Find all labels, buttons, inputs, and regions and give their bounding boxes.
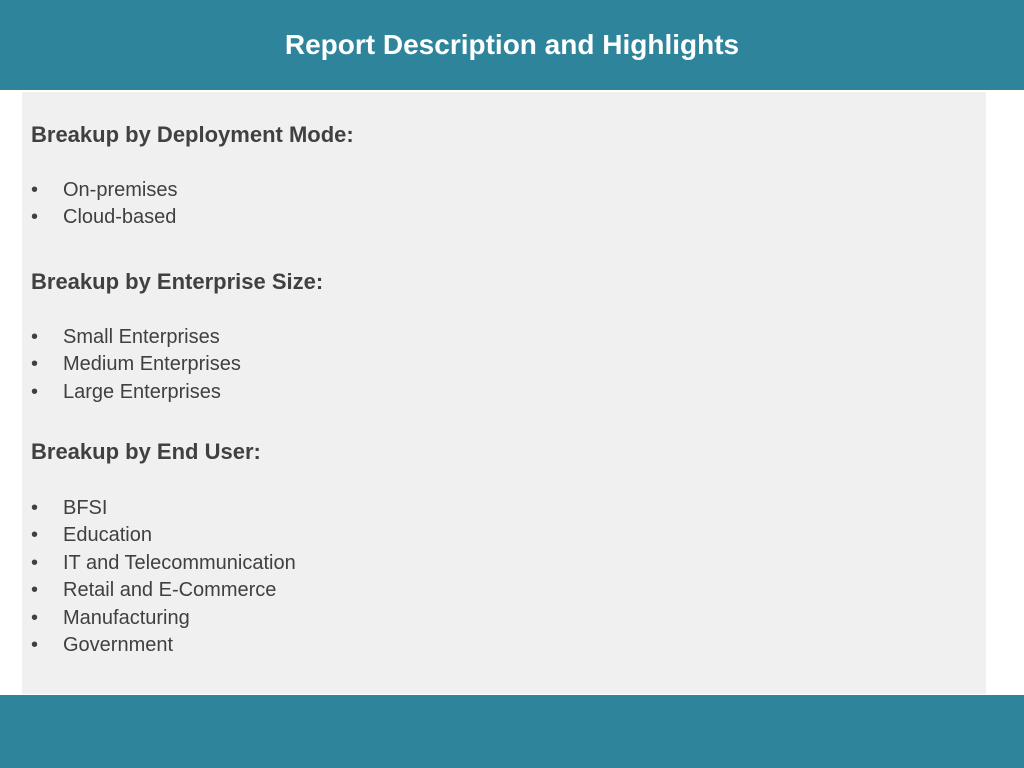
list-item-label: Medium Enterprises [63, 353, 241, 376]
list-item-label: On-premises [63, 179, 178, 201]
bullet-icon: • [31, 326, 39, 348]
list-item-label: Large Enterprises [63, 380, 221, 403]
bullet-icon: • [31, 179, 39, 201]
section-heading: Breakup by End User: [31, 439, 261, 464]
list-item: • Cloud-based [31, 204, 931, 231]
list-item: • IT and Telecommunication [31, 550, 931, 577]
bullet-icon: • [31, 551, 39, 574]
content-panel: Breakup by Deployment Mode: • On-premises… [22, 92, 986, 694]
bullet-icon: • [31, 633, 39, 656]
list-item-label: Small Enterprises [63, 326, 220, 348]
bullet-icon: • [31, 380, 39, 403]
list-item-label: IT and Telecommunication [63, 551, 296, 574]
list-item: • Medium Enterprises [31, 351, 931, 378]
list-item: • Manufacturing [31, 605, 931, 632]
bullet-icon: • [31, 353, 39, 376]
list-item: • Retail and E-Commerce [31, 577, 931, 604]
section-end-user: Breakup by End User: • BFSI • Education • I… [31, 438, 931, 659]
bullet-list: • On-premises • Cloud-based [31, 177, 931, 232]
list-item-label: Retail and E-Commerce [63, 579, 277, 602]
section-deployment-mode: Breakup by Deployment Mode: • On-premises… [31, 121, 931, 232]
list-item: • On-premises [31, 177, 931, 204]
list-item: • Small Enterprises [31, 324, 931, 351]
section-enterprise-size: Breakup by Enterprise Size: • Small Enter… [31, 268, 931, 406]
bullet-icon: • [31, 524, 39, 547]
header-band: Report Description and Highlights [0, 0, 1024, 90]
list-item: • Large Enterprises [31, 379, 931, 406]
list-item: • BFSI [31, 495, 931, 522]
list-item-label: Government [63, 633, 174, 656]
list-item-label: BFSI [63, 497, 108, 519]
footer-band [0, 695, 1024, 768]
bullet-list: • BFSI • Education • IT and Telecommunicati… [31, 495, 931, 659]
bullet-icon: • [31, 606, 39, 629]
bullet-icon: • [31, 579, 39, 602]
slide-title: Report Description and Highlights [284, 29, 740, 60]
list-item-label: Cloud-based [63, 206, 177, 229]
bullet-icon: • [31, 497, 39, 519]
list-item-label: Manufacturing [63, 606, 190, 629]
bullet-list: • Small Enterprises • Medium Enterprises •… [31, 324, 931, 406]
section-heading: Breakup by Enterprise Size: [31, 269, 324, 294]
section-heading: Breakup by Deployment Mode: [31, 122, 354, 147]
bullet-icon: • [31, 206, 39, 229]
list-item: • Education [31, 522, 931, 549]
list-item: • Government [31, 632, 931, 659]
list-item-label: Education [63, 524, 152, 547]
